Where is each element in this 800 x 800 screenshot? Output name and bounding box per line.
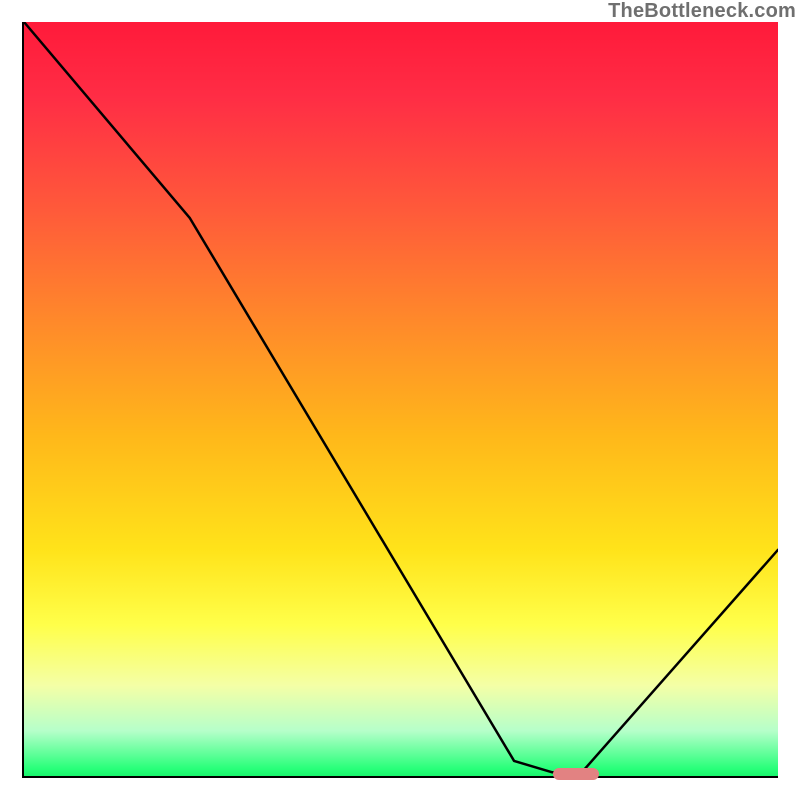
watermark-text: TheBottleneck.com — [608, 0, 796, 23]
optimal-range-marker — [553, 768, 598, 780]
bottleneck-chart: TheBottleneck.com — [0, 0, 800, 800]
gradient-background — [24, 22, 778, 776]
plot-area — [22, 22, 778, 778]
